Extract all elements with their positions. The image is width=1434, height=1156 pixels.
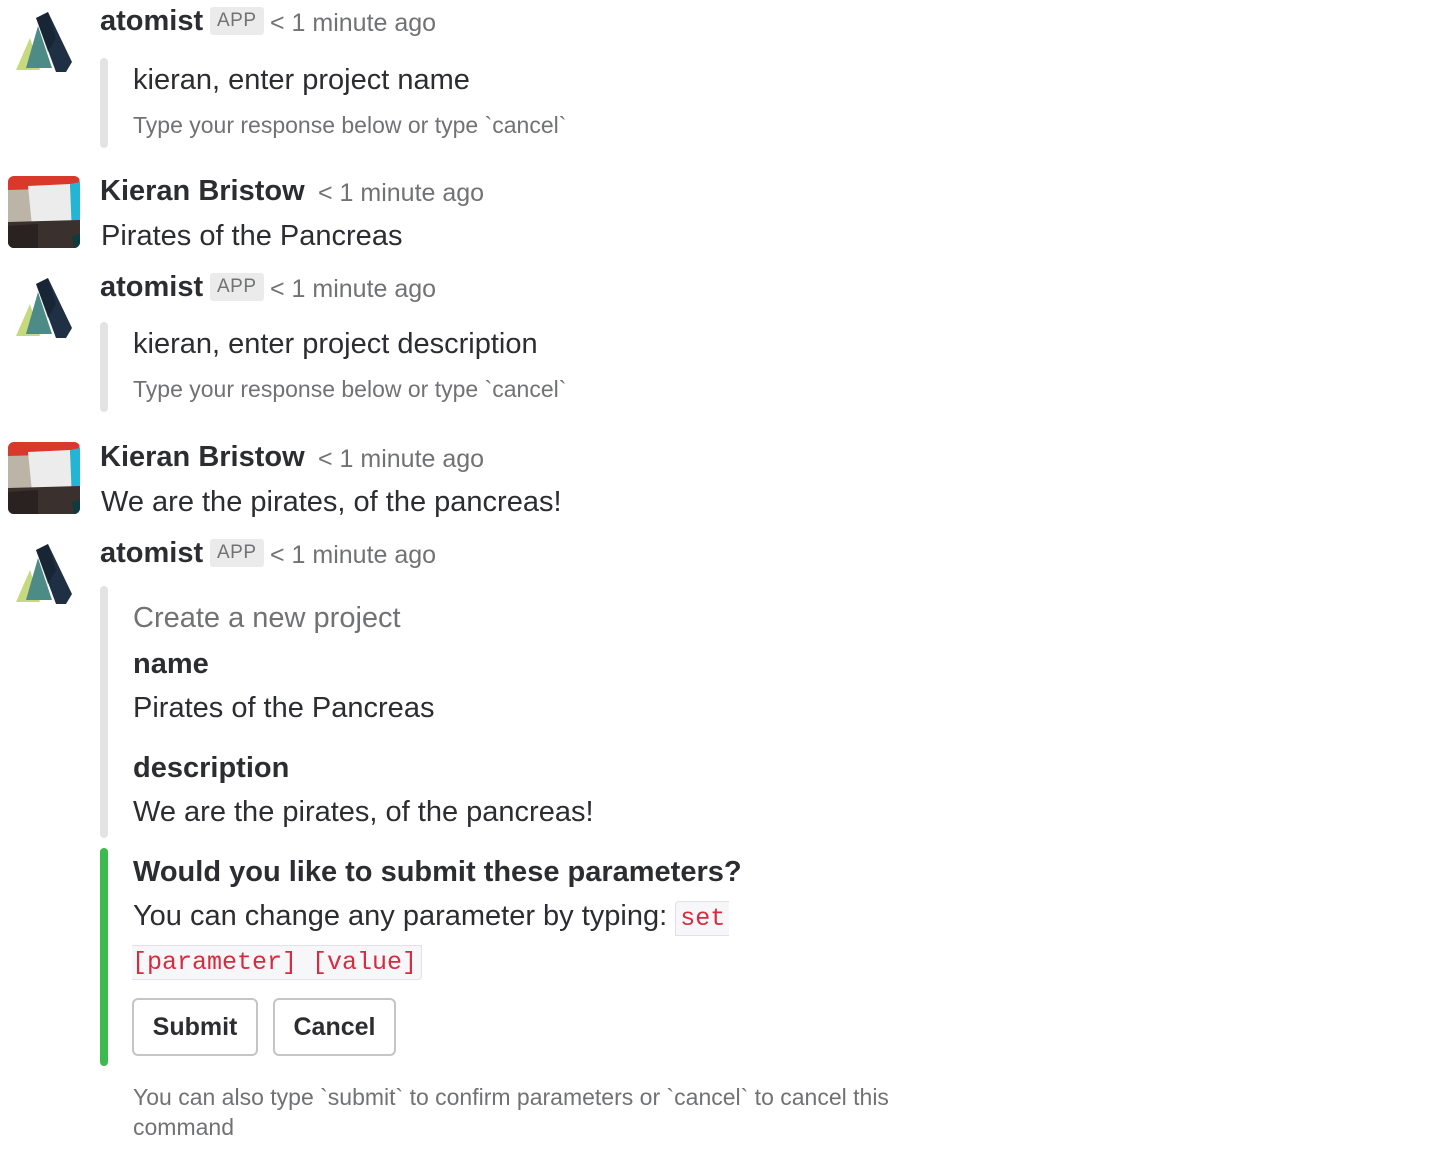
sender-name[interactable]: atomist <box>100 536 203 570</box>
prompt-subtitle: Type your response below or type `cancel… <box>133 376 567 402</box>
timestamp[interactable]: < 1 minute ago <box>318 442 484 476</box>
user-avatar-icon[interactable] <box>8 442 80 514</box>
submit-button[interactable]: Submit <box>132 998 258 1056</box>
field-value-name: Pirates of the Pancreas <box>133 692 435 724</box>
sender-name[interactable]: atomist <box>100 4 203 38</box>
atomist-logo-icon[interactable] <box>8 274 80 346</box>
timestamp[interactable]: < 1 minute ago <box>318 176 484 210</box>
footer-note: You can also type `submit` to confirm pa… <box>133 1084 889 1140</box>
sender-name[interactable]: Kieran Bristow <box>100 440 305 474</box>
atomist-logo-icon[interactable] <box>8 540 80 612</box>
confirm-title: Would you like to submit these parameter… <box>133 856 742 888</box>
timestamp[interactable]: < 1 minute ago <box>270 538 436 572</box>
confirm-body: You can change any parameter by typing: … <box>133 898 730 937</box>
confirm-body-text: You can change any parameter by typing: <box>133 900 676 932</box>
atomist-logo-icon[interactable] <box>8 8 80 80</box>
field-label-name: name <box>133 648 209 680</box>
app-badge: APP <box>210 273 264 301</box>
message-text: Pirates of the Pancreas <box>101 220 403 252</box>
message-text: We are the pirates, of the pancreas! <box>101 486 562 518</box>
field-value-description: We are the pirates, of the pancreas! <box>133 796 594 828</box>
attachment-bar <box>100 58 108 148</box>
app-badge: APP <box>210 7 264 35</box>
prompt-subtitle: Type your response below or type `cancel… <box>133 112 567 138</box>
prompt-title: kieran, enter project description <box>133 328 538 360</box>
attachment-bar <box>100 322 108 412</box>
cancel-button[interactable]: Cancel <box>273 998 396 1056</box>
app-badge: APP <box>210 539 264 567</box>
prompt-title: kieran, enter project name <box>133 64 470 96</box>
timestamp[interactable]: < 1 minute ago <box>270 272 436 306</box>
attachment-bar <box>100 586 108 838</box>
confirm-body-line2: [parameter] [value] <box>132 942 423 981</box>
user-avatar-icon[interactable] <box>8 176 80 248</box>
confirm-bar <box>100 848 108 1066</box>
timestamp[interactable]: < 1 minute ago <box>270 6 436 40</box>
code-parameter-value: [parameter] [value] <box>132 945 423 980</box>
sender-name[interactable]: atomist <box>100 270 203 304</box>
code-set: set <box>675 901 730 936</box>
sender-name[interactable]: Kieran Bristow <box>100 174 305 208</box>
summary-pretext: Create a new project <box>133 602 401 634</box>
field-label-description: description <box>133 752 290 784</box>
